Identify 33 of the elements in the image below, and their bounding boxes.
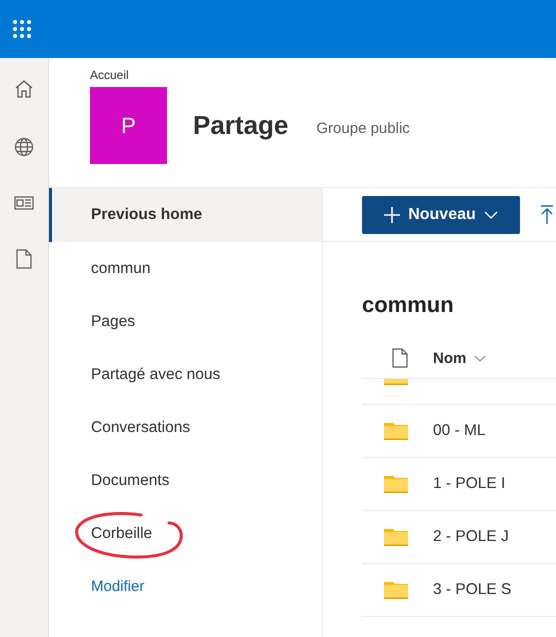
nav-item[interactable]: Partagé avec nous bbox=[49, 348, 322, 401]
folder-icon bbox=[384, 581, 408, 599]
file-name[interactable]: 2 - POLE J bbox=[433, 528, 509, 546]
file-type-icon[interactable] bbox=[392, 348, 408, 368]
home-icon[interactable] bbox=[14, 79, 34, 99]
file-name[interactable]: 1 - POLE I bbox=[433, 475, 506, 493]
folder-icon bbox=[384, 422, 408, 440]
library-title: commun bbox=[362, 292, 455, 318]
nav-item[interactable]: commun bbox=[49, 242, 322, 295]
chevron-down-icon bbox=[484, 210, 498, 218]
folder-icon bbox=[384, 528, 408, 546]
site-logo: P bbox=[90, 87, 167, 164]
upload-icon[interactable] bbox=[540, 204, 554, 224]
site-subtitle: Groupe public bbox=[316, 120, 410, 136]
file-name[interactable]: 3 - POLE S bbox=[433, 581, 512, 599]
nav-item[interactable]: Conversations bbox=[49, 401, 322, 454]
nav-item[interactable]: Documents bbox=[49, 454, 322, 507]
new-button[interactable]: Nouveau bbox=[362, 196, 520, 234]
file-name[interactable]: 00 - ML bbox=[433, 422, 486, 440]
globe-icon[interactable] bbox=[14, 137, 34, 157]
document-icon[interactable] bbox=[16, 249, 32, 269]
breadcrumb-link[interactable]: Accueil bbox=[90, 68, 129, 82]
folder-icon bbox=[384, 475, 408, 493]
nav-item[interactable]: Previous home bbox=[49, 188, 322, 242]
nav-item[interactable]: Corbeille bbox=[49, 507, 322, 560]
edit-link[interactable]: Modifier bbox=[91, 578, 144, 595]
site-title: Partage bbox=[193, 110, 288, 141]
column-header[interactable]: Nom bbox=[433, 350, 466, 366]
app-launcher-icon[interactable] bbox=[12, 19, 32, 39]
nav-item[interactable]: Pages bbox=[49, 295, 322, 348]
chevron-down-icon[interactable] bbox=[474, 354, 486, 362]
news-icon[interactable] bbox=[14, 195, 34, 211]
plus-icon bbox=[384, 206, 400, 222]
